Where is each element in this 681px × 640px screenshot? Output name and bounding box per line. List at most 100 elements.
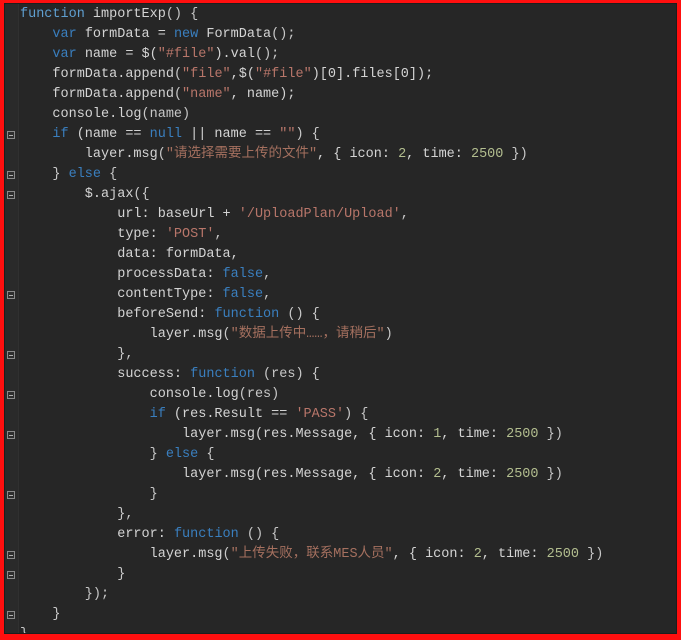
code-token: { [198,447,215,462]
code-line[interactable]: } [18,565,676,585]
code-line[interactable]: } else { [18,165,676,185]
code-line[interactable]: function importExp() { [18,5,676,25]
code-fold-icon[interactable] [7,571,15,579]
code-line[interactable]: layer.msg("数据上传中……，请稍后") [18,325,676,345]
code-token: "请选择需要上传的文件" [165,147,318,162]
code-token: "#file" [254,67,312,82]
code-fold-icon[interactable] [7,391,15,399]
code-token: }, [20,507,134,522]
code-token: )[0].files[0]); [311,67,434,82]
code-editor-window: function importExp() { var formData = ne… [0,0,681,640]
code-token: layer.msg [20,147,158,162]
code-line[interactable]: layer.msg(res.Message, { icon: 2, time: … [18,465,676,485]
code-token: else [165,447,199,462]
code-token: (name == [68,127,150,142]
code-token: (res.Message, { icon: [254,467,434,482]
code-token: , [263,267,272,282]
code-line[interactable]: processData: false, [18,265,676,285]
code-token: , { icon: [392,547,474,562]
code-line[interactable]: data: formData, [18,245,676,265]
code-token: if [149,407,166,422]
code-token: layer.msg [20,327,223,342]
code-line[interactable]: layer.msg(res.Message, { icon: 1, time: … [18,425,676,445]
code-token: (res.Result == [165,407,296,422]
code-token: } [20,167,69,182]
code-token: console.log [20,107,142,122]
code-line[interactable]: console.log(name) [18,105,676,125]
code-token: } [20,487,158,502]
code-fold-icon[interactable] [7,431,15,439]
code-token: }) [538,427,563,442]
code-line[interactable]: } [18,485,676,505]
code-token: var [52,27,77,42]
code-line[interactable]: url: baseUrl + '/UploadPlan/Upload', [18,205,676,225]
code-token: ( [173,87,183,102]
code-token: ( [173,67,183,82]
code-line[interactable]: console.log(res) [18,385,676,405]
code-line[interactable]: formData.append("file",$("#file")[0].fil… [18,65,676,85]
code-line[interactable]: } [18,625,676,633]
code-token: 2 [473,547,482,562]
code-line[interactable]: error: function () { [18,525,676,545]
code-fold-icon[interactable] [7,131,15,139]
code-token: }, [20,347,134,362]
code-line[interactable]: formData.append("name", name); [18,85,676,105]
code-token: || name == [182,127,280,142]
code-line[interactable]: if (name == null || name == "") { [18,125,676,145]
code-token: , name); [230,87,296,102]
code-fold-icon[interactable] [7,191,15,199]
code-line[interactable]: if (res.Result == 'PASS') { [18,405,676,425]
fold-gutter[interactable] [5,4,19,633]
code-token: function [173,527,239,542]
code-token: } [20,567,126,582]
code-token: console.log [20,387,239,402]
code-fold-icon[interactable] [7,291,15,299]
code-line[interactable]: success: function (res) { [18,365,676,385]
code-text-area[interactable]: function importExp() { var formData = ne… [18,4,676,633]
code-fold-icon[interactable] [7,171,15,179]
code-fold-icon[interactable] [7,551,15,559]
code-fold-icon[interactable] [7,351,15,359]
code-token: "file" [182,67,231,82]
code-token: else [68,167,102,182]
code-line[interactable]: }, [18,505,676,525]
code-token: "name" [182,87,231,102]
code-token: 2500 [546,547,580,562]
code-line[interactable]: }); [18,585,676,605]
code-token: { [101,167,118,182]
code-line[interactable]: beforeSend: function () { [18,305,676,325]
code-token: name = $( [76,47,158,62]
code-token: ) { [344,407,369,422]
code-token: processData: [20,267,223,282]
code-token: 2 [398,147,407,162]
code-token: new [173,27,199,42]
code-token: function [214,307,280,322]
code-line[interactable]: layer.msg("请选择需要上传的文件", { icon: 2, time:… [18,145,676,165]
code-token: false [222,287,264,302]
code-token: 'PASS' [295,407,345,422]
code-token: }); [20,587,110,602]
code-line[interactable]: contentType: false, [18,285,676,305]
code-token: FormData [198,27,272,42]
code-line[interactable]: var name = $("#file").val(); [18,45,676,65]
code-token: formData.append [20,87,174,102]
code-token: ) { [295,127,320,142]
code-token: contentType: [20,287,223,302]
code-fold-icon[interactable] [7,611,15,619]
code-token: $.ajax [20,187,134,202]
code-line[interactable]: type: 'POST', [18,225,676,245]
code-token: }) [503,147,528,162]
code-line[interactable]: var formData = new FormData(); [18,25,676,45]
code-fold-icon[interactable] [7,491,15,499]
code-token: var [52,47,77,62]
code-line[interactable]: }, [18,345,676,365]
code-token: 'POST' [165,227,215,242]
code-surface[interactable]: function importExp() { var formData = ne… [4,3,677,634]
code-line[interactable]: $.ajax({ [18,185,676,205]
code-line[interactable]: } [18,605,676,625]
code-line[interactable]: layer.msg("上传失败，联系MES人员", { icon: 2, tim… [18,545,676,565]
code-line[interactable]: } else { [18,445,676,465]
code-token: beforeSend: [20,307,215,322]
